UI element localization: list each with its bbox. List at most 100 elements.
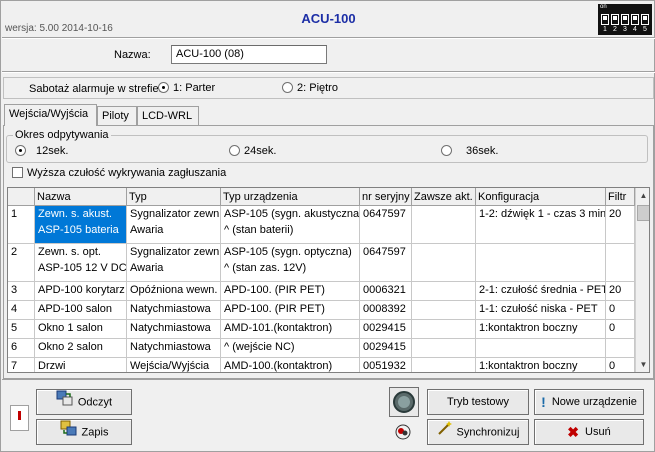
type-cell[interactable]: Natychmiastowa [127,320,221,339]
write-button[interactable]: Zapis [36,419,132,445]
polling-option-24[interactable]: 24sek. [229,145,276,157]
type-cell-line: Awaria [130,224,164,236]
radio-icon[interactable] [229,145,240,156]
sync-button[interactable]: Synchronizuj [427,419,529,445]
column-header[interactable]: Nazwa [35,188,127,206]
column-header[interactable]: Zawsze akt. [412,188,476,206]
radio-icon[interactable] [282,82,293,93]
type-cell[interactable]: Wejścia/Wyjścia [127,358,221,372]
new-device-button[interactable]: ! Nowe urządzenie [534,389,644,415]
polling-option-12-label: 12sek. [36,145,69,157]
always-active-cell[interactable] [412,358,476,372]
radio-icon[interactable] [441,145,452,156]
row-number-cell[interactable]: 1 [8,206,35,244]
name-cell[interactable]: Okno 1 salon [35,320,127,339]
config-cell[interactable]: 1:kontaktron boczny [476,320,606,339]
polling-option-36[interactable]: 36sek. [441,145,498,157]
table-scrollbar[interactable]: ▲ ▼ [635,188,649,372]
name-cell[interactable]: Drzwi [35,358,127,372]
type-cell[interactable]: Opóźniona wewn. [127,282,221,301]
filter-cell[interactable]: 20 [606,282,635,301]
read-button[interactable]: Odczyt [36,389,132,415]
always-active-cell[interactable] [412,282,476,301]
name-cell[interactable]: APD-100 korytarz [35,282,127,301]
config-cell[interactable]: 1-2: dźwięk 1 - czas 3 min. [476,206,606,244]
name-cell[interactable]: APD-100 salon [35,301,127,320]
always-active-cell[interactable] [412,244,476,282]
config-cell[interactable] [476,244,606,282]
name-cell[interactable]: Okno 2 salon [35,339,127,358]
radio-selected-icon[interactable] [158,82,169,93]
type-cell-line: Wejścia/Wyjścia [130,360,210,372]
write-icon [60,420,78,445]
filter-cell[interactable]: 0 [606,320,635,339]
row-number-cell[interactable]: 5 [8,320,35,339]
tamper-option-1[interactable]: 1: Parter [158,82,215,94]
name-input[interactable]: ACU-100 (08) [171,45,327,64]
column-header[interactable]: Filtr [606,188,635,206]
column-header[interactable]: Typ [127,188,221,206]
scroll-down-arrow-icon[interactable]: ▼ [636,357,649,372]
tab-remotes[interactable]: Piloty [97,106,137,126]
name-cell[interactable]: Zewn. s. opt. ASP-105 12 V DC [35,244,127,282]
row-number-cell[interactable]: 3 [8,282,35,301]
filter-cell[interactable] [606,244,635,282]
checkbox-icon[interactable] [12,167,23,178]
scroll-thumb[interactable] [637,205,649,221]
serial-cell[interactable]: 0029415 [360,320,412,339]
devices-table: Nazwa Typ Typ urządzenia nr seryjny Zawsze a… [7,187,650,373]
radio-selected-icon[interactable] [15,145,26,156]
serial-cell[interactable]: 0029415 [360,339,412,358]
device-type-cell[interactable]: APD-100. (PIR PET) [221,282,360,301]
device-type-cell[interactable]: AMD-101.(kontaktron) [221,320,360,339]
config-cell[interactable]: 1-1: czułość niska - PET [476,301,606,320]
column-header[interactable] [8,188,35,206]
always-active-cell[interactable] [412,320,476,339]
device-type-cell-line: ASP-105 (sygn. optyczna) [224,246,352,258]
type-cell[interactable]: Natychmiastowa [127,301,221,320]
column-header[interactable]: Konfiguracja [476,188,606,206]
config-cell[interactable] [476,339,606,358]
row-number-cell[interactable]: 7 [8,358,35,372]
delete-button[interactable]: ✖ Usuń [534,419,644,445]
jamming-checkbox[interactable]: Wyższa czułość wykrywania zagłuszania [12,167,226,179]
device-type-cell[interactable]: ASP-105 (sygn. akustyczna) ^ (stan bateri… [221,206,360,244]
row-number-cell[interactable]: 4 [8,301,35,320]
polling-option-12[interactable]: 12sek. [15,145,68,157]
test-mode-toggle[interactable] [389,387,419,417]
serial-cell[interactable]: 0008392 [360,301,412,320]
row-number-cell[interactable]: 6 [8,339,35,358]
header-separator [2,37,655,39]
serial-cell[interactable]: 0647597 [360,206,412,244]
tamper-option-2[interactable]: 2: Piętro [282,82,338,94]
always-active-cell[interactable] [412,301,476,320]
filter-cell[interactable]: 0 [606,358,635,372]
config-cell[interactable]: 2-1: czułość średnia - PET [476,282,606,301]
serial-cell[interactable]: 0051932 [360,358,412,372]
serial-cell[interactable]: 0647597 [360,244,412,282]
filter-cell[interactable]: 20 [606,206,635,244]
scroll-up-arrow-icon[interactable]: ▲ [636,188,649,203]
tab-inputs-outputs[interactable]: Wejścia/Wyjścia [4,104,97,126]
device-type-cell[interactable]: ^ (wejście NC) [221,339,360,358]
filter-cell[interactable] [606,339,635,358]
device-type-cell[interactable]: AMD-100.(kontaktron) [221,358,360,372]
type-cell[interactable]: Natychmiastowa [127,339,221,358]
type-cell[interactable]: Sygnalizator zewn. Awaria [127,244,221,282]
config-cell[interactable]: 1:kontaktron boczny [476,358,606,372]
device-type-cell[interactable]: ASP-105 (sygn. optyczna) ^ (stan zas. 12V… [221,244,360,282]
name-cell[interactable]: Zewn. s. akust. ASP-105 bateria [35,206,127,244]
column-header[interactable]: Typ urządzenia [221,188,360,206]
always-active-cell[interactable] [412,206,476,244]
type-cell[interactable]: Sygnalizator zewn. Awaria [127,206,221,244]
always-active-cell[interactable] [412,339,476,358]
tab-lcd-wrl[interactable]: LCD-WRL [137,106,199,126]
device-type-cell[interactable]: APD-100. (PIR PET) [221,301,360,320]
filter-cell[interactable]: 0 [606,301,635,320]
row-number-cell[interactable]: 2 [8,244,35,282]
new-device-label: Nowe urządzenie [551,396,637,408]
serial-cell[interactable]: 0006321 [360,282,412,301]
test-mode-button[interactable]: Tryb testowy [427,389,529,415]
column-header[interactable]: nr seryjny [360,188,412,206]
name-cell-line: Okno 1 salon [38,322,103,334]
